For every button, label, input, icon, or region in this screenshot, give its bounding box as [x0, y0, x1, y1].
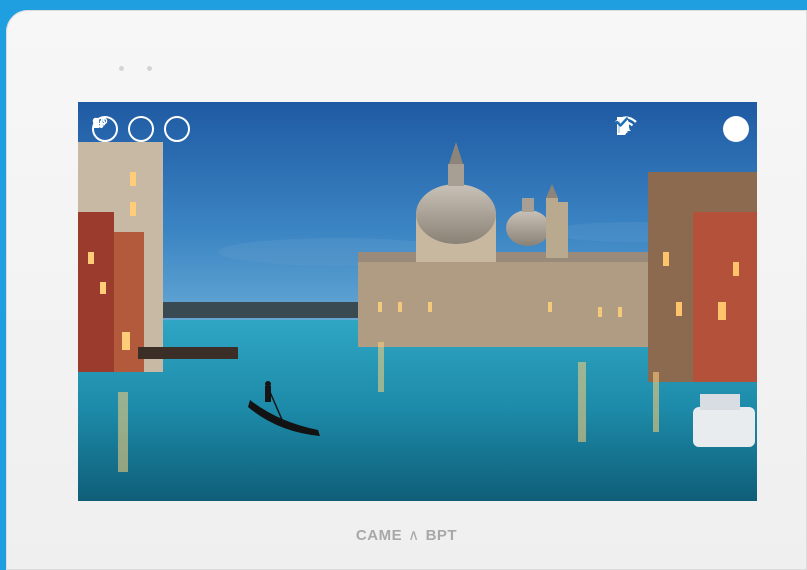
left-toolbar	[92, 116, 190, 142]
sensor-dot	[147, 66, 152, 71]
door-lock-icon[interactable]	[94, 116, 190, 142]
sensor-dot	[119, 66, 124, 71]
wallpaper-image	[78, 102, 757, 501]
voicemail-icon[interactable]	[92, 116, 154, 142]
wifi-icon[interactable]	[615, 116, 711, 142]
display-screen	[78, 102, 757, 501]
brand-logo: CAME ∧ BPT	[6, 526, 807, 544]
door-icon[interactable]	[617, 116, 675, 142]
check-icon[interactable]	[615, 116, 749, 142]
brand-name-left: CAME	[355, 527, 403, 544]
monitor-device: CAME ∧ BPT	[6, 10, 807, 570]
brand-symbol: ∧	[408, 527, 420, 544]
status-toolbar	[615, 116, 749, 142]
brand-name-right: BPT	[425, 527, 458, 544]
